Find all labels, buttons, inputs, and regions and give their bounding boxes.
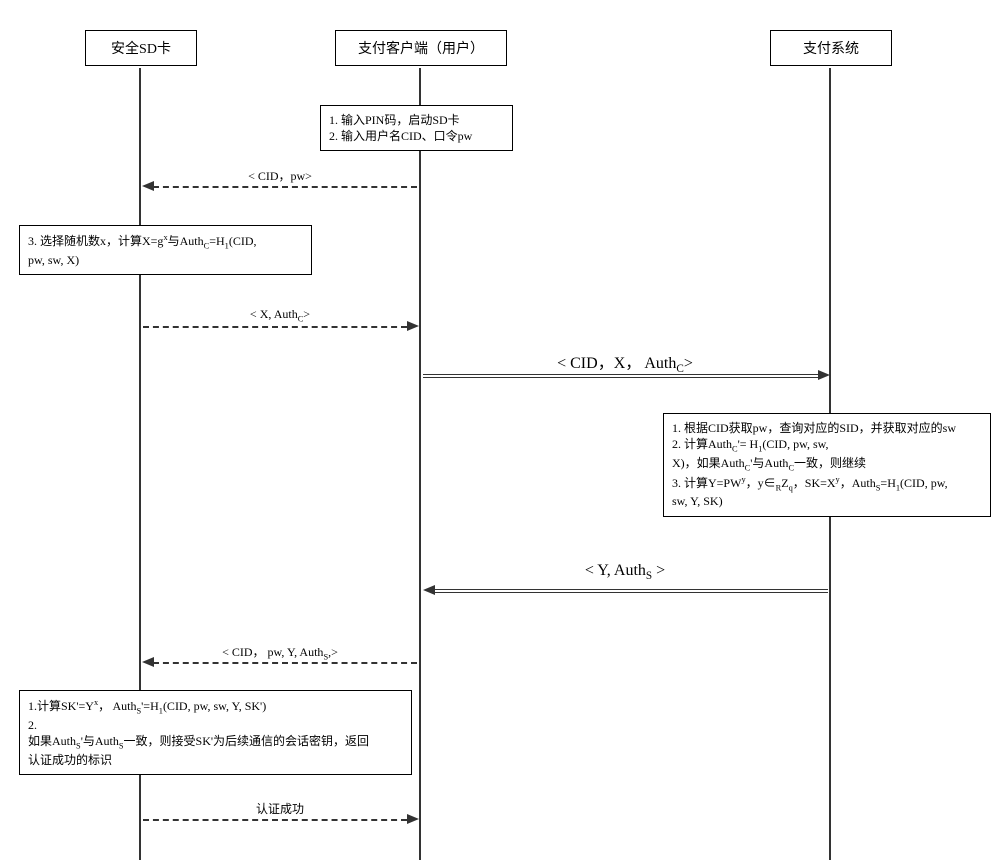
note-sd-step3-l2: pw, sw, X)	[28, 252, 303, 268]
arrowhead-x-authc	[407, 321, 419, 331]
note-system-s5: sw, Y, SK)	[672, 493, 982, 509]
note-system-s1: 1. 根据CID获取pw，查询对应的SID，并获取对应的sw	[672, 420, 982, 436]
note-system: 1. 根据CID获取pw，查询对应的SID，并获取对应的sw 2. 计算Auth…	[663, 413, 991, 517]
arrow-auth-success	[143, 819, 407, 821]
note-sd-step3-l1: 3. 选择随机数x，计算X=gx与AuthC=H1(CID,	[28, 232, 303, 252]
arrow-x-authc	[143, 326, 407, 328]
label-cid-pw: < CID，pw>	[180, 167, 380, 184]
lifeline-client	[419, 68, 421, 860]
note-system-s4: 3. 计算Y=PWy，y∈RZq，SK=Xy，AuthS=H1(CID, pw,	[672, 474, 982, 494]
arrow-cid-pw-y-auths	[153, 662, 417, 664]
arrowhead-cid-pw	[142, 181, 154, 191]
note-client-start-l2: 2. 输入用户名CID、口令pw	[329, 128, 504, 144]
arrow-cid-x-authc	[423, 374, 818, 378]
lane-header-system: 支付系统	[770, 30, 892, 66]
note-system-s3: X)，如果AuthC'与AuthC一致，则继续	[672, 455, 982, 474]
note-sd-final-l4: 认证成功的标识	[28, 752, 403, 768]
label-y-auths: < Y, AuthS >	[470, 562, 780, 582]
arrow-y-auths	[434, 589, 828, 593]
note-sd-final-l1: 1.计算SK'=Yx， AuthS'=H1(CID, pw, sw, Y, SK…	[28, 697, 403, 717]
arrowhead-auth-success	[407, 814, 419, 824]
label-cid-pw-y-auths: < CID， pw, Y, AuthS,>	[180, 643, 380, 661]
note-sd-final-l2: 2.	[28, 717, 403, 733]
note-client-start-l1: 1. 输入PIN码，启动SD卡	[329, 112, 504, 128]
arrowhead-y-auths	[423, 585, 435, 595]
lane-header-client: 支付客户端（用户）	[335, 30, 507, 66]
label-x-authc: < X, AuthC>	[180, 307, 380, 323]
note-sd-final-l3: 如果AuthS'与AuthS一致，则接受SK'为后续通信的会话密钥，返回	[28, 733, 403, 752]
label-auth-success: 认证成功	[180, 800, 380, 817]
note-sd-final: 1.计算SK'=Yx， AuthS'=H1(CID, pw, sw, Y, SK…	[19, 690, 412, 775]
lane-header-sd: 安全SD卡	[85, 30, 197, 66]
note-sd-step3: 3. 选择随机数x，计算X=gx与AuthC=H1(CID, pw, sw, X…	[19, 225, 312, 275]
note-system-s2: 2. 计算AuthC'= H1(CID, pw, sw,	[672, 436, 982, 455]
arrow-cid-pw	[153, 186, 417, 188]
label-cid-x-authc: < CID，X， AuthC>	[470, 349, 780, 375]
arrowhead-cid-x-authc	[818, 370, 830, 380]
arrowhead-cid-pw-y-auths	[142, 657, 154, 667]
note-client-start: 1. 输入PIN码，启动SD卡 2. 输入用户名CID、口令pw	[320, 105, 513, 151]
